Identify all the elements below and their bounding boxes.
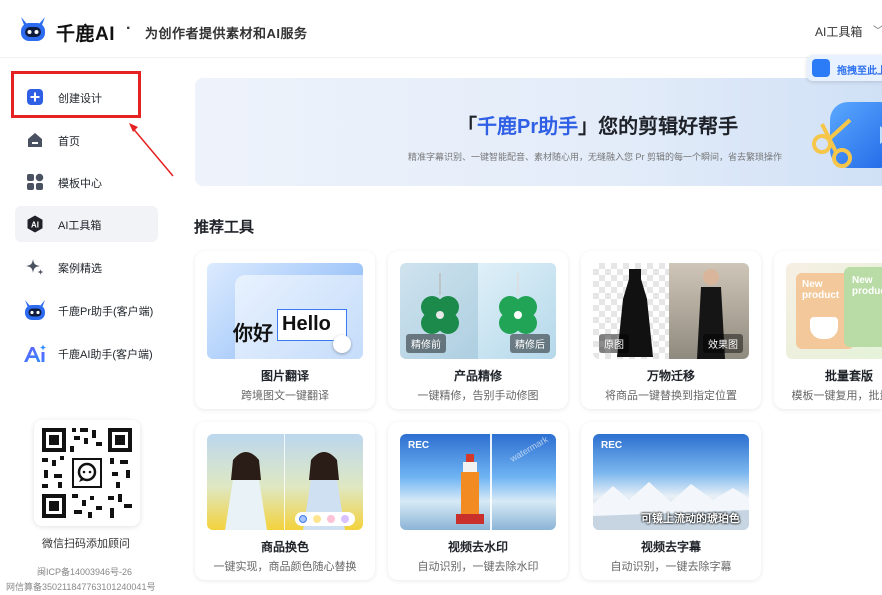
tool-title: 万物迁移 bbox=[646, 369, 695, 383]
tool-desc: 自动识别，一键去除字幕 bbox=[610, 561, 732, 573]
tag-before: 精修前 bbox=[406, 334, 446, 353]
header: 千鹿AI · 为创作者提供素材和AI服务 AI工具箱 ﹀ bbox=[0, 0, 882, 58]
tool-card-image-translate[interactable]: 你好 Hello 图片翻译 跨境图文一键翻译 bbox=[195, 251, 375, 409]
header-ai-toolbox-menu[interactable]: AI工具箱 bbox=[815, 23, 862, 40]
subtitle-overlay-text: 可镜上流动的琥珀色 bbox=[641, 513, 740, 525]
banner-title-rest: 」您的剪辑好帮手 bbox=[578, 116, 739, 138]
tool-thumbnail: 原图 效果图 bbox=[593, 263, 749, 359]
tag-original: 原图 bbox=[599, 334, 629, 353]
banner-title-bracket: 「 bbox=[457, 116, 477, 138]
section-title: 推荐工具 bbox=[194, 219, 255, 236]
qr-caption: 微信扫码添加顾问 bbox=[42, 538, 130, 550]
sidebar-item-label: 千鹿Pr助手(客户端) bbox=[58, 306, 154, 318]
tool-card-product-recolor[interactable]: 商品换色 一键实现，商品颜色随心替换 bbox=[195, 422, 375, 580]
tool-title: 产品精修 bbox=[453, 369, 502, 383]
tool-thumbnail: 精修前 精修后 bbox=[400, 263, 556, 359]
home-icon bbox=[28, 133, 42, 147]
cloud-upload-icon bbox=[812, 59, 830, 77]
tool-card-video-subtitle-removal[interactable]: REC 可镜上流动的琥珀色 视频去字幕 自动识别，一键去除字幕 bbox=[581, 422, 761, 580]
clover-pendant-before bbox=[421, 273, 459, 334]
thumb-text-nihao: 你好 bbox=[233, 323, 273, 345]
sidebar-item-pr-assistant[interactable]: 千鹿Pr助手(客户端) bbox=[15, 292, 158, 328]
girl-photo-left bbox=[225, 452, 267, 530]
svg-text:AI: AI bbox=[31, 221, 39, 230]
chevron-down-icon[interactable]: ﹀ bbox=[873, 22, 882, 37]
banner-title: 「千鹿Pr助手」您的剪辑好帮手 bbox=[457, 110, 738, 139]
sidebar-item-label: AI工具箱 bbox=[58, 220, 102, 232]
lighthouse-image bbox=[456, 454, 484, 524]
tool-thumbnail: 你好 Hello bbox=[207, 263, 363, 359]
thumb-text-hello: Hello bbox=[282, 313, 331, 335]
tool-title: 视频去字幕 bbox=[640, 540, 701, 554]
sidebar-item-label: 千鹿AI助手(客户端) bbox=[58, 349, 153, 361]
clover-pendant-after bbox=[499, 273, 537, 334]
translate-icon bbox=[333, 335, 351, 353]
thumb-new-product-2: New product bbox=[852, 275, 882, 297]
brand-name[interactable]: 千鹿AI bbox=[56, 19, 115, 46]
drag-drop-label: 拖拽至此上 bbox=[837, 66, 882, 77]
tool-desc: 模板一键复用，批量 bbox=[791, 390, 882, 402]
tool-card-object-transfer[interactable]: 原图 效果图 万物迁移 将商品一键替换到指定位置 bbox=[581, 251, 761, 409]
ai-sparkle-icon bbox=[24, 344, 47, 362]
icp-record-link[interactable]: 闽ICP备14003946号-26 bbox=[37, 565, 132, 578]
qianlu-logo-icon[interactable] bbox=[18, 14, 48, 44]
tool-card-product-retouch[interactable]: 精修前 精修后 产品精修 一键精修，告别手动修图 bbox=[388, 251, 568, 409]
tool-desc: 将商品一键替换到指定位置 bbox=[605, 390, 737, 402]
sidebar-item-label: 案例精选 bbox=[58, 263, 102, 275]
sidebar-item-ai-toolbox[interactable]: AI AI工具箱 bbox=[15, 206, 158, 242]
tool-title: 批量套版 bbox=[824, 369, 873, 383]
tool-thumbnail: REC watermark bbox=[400, 434, 556, 530]
sidebar-item-case-selection[interactable]: 案例精选 bbox=[15, 249, 158, 285]
tool-card-batch-template[interactable]: New product New product 批量套版 模板一键复用，批量 bbox=[774, 251, 882, 409]
sidebar-item-template-center[interactable]: 模板中心 bbox=[15, 164, 158, 200]
tool-desc: 一键实现，商品颜色随心替换 bbox=[213, 561, 357, 573]
tool-thumbnail bbox=[207, 434, 363, 530]
watermark-text: watermark bbox=[508, 434, 550, 464]
tool-card-video-watermark-removal[interactable]: REC watermark 视频去水印 自动识别，一键去除水印 bbox=[388, 422, 568, 580]
annotation-highlight-box bbox=[11, 71, 141, 118]
rec-indicator: REC bbox=[408, 440, 430, 451]
tag-after: 精修后 bbox=[510, 334, 550, 353]
sidebar-item-label: 模板中心 bbox=[58, 178, 102, 190]
sparkle-icon bbox=[26, 259, 44, 275]
sidebar-item-home[interactable]: 首页 bbox=[15, 122, 158, 158]
tool-title: 商品换色 bbox=[260, 540, 309, 554]
qr-code-graphic bbox=[42, 428, 132, 518]
scissors-video-icon bbox=[812, 102, 882, 168]
drag-drop-badge[interactable]: 拖拽至此上 bbox=[807, 55, 882, 81]
tool-title: 图片翻译 bbox=[260, 369, 309, 383]
sidebar-item-ai-assistant[interactable]: 千鹿AI助手(客户端) bbox=[15, 335, 158, 371]
banner-title-highlight: 千鹿Pr助手 bbox=[477, 116, 579, 138]
template-grid-icon bbox=[27, 173, 44, 190]
algorithm-record-text: 网信算备350211847763101240041号 bbox=[6, 582, 156, 592]
rec-indicator: REC bbox=[601, 440, 623, 451]
tag-result: 效果图 bbox=[703, 334, 743, 353]
ai-toolbox-icon: AI bbox=[27, 215, 43, 233]
wechat-qr-code bbox=[34, 420, 140, 526]
color-swatch-picker[interactable] bbox=[295, 512, 355, 526]
sidebar-item-label: 首页 bbox=[58, 136, 80, 148]
thumb-new-product-1: New product bbox=[802, 279, 840, 301]
qianlu-robot-icon bbox=[25, 300, 45, 320]
tool-thumbnail: New product New product bbox=[786, 263, 882, 359]
tool-desc: 一键精修，告别手动修图 bbox=[417, 390, 539, 402]
pr-assistant-banner[interactable]: 「千鹿Pr助手」您的剪辑好帮手 精准字幕识别、一键智能配音、素材随心用，无缝融入… bbox=[195, 78, 882, 186]
banner-subtitle: 精准字幕识别、一键智能配音、素材随心用，无缝融入您 Pr 剪辑的每一个瞬间，省去… bbox=[408, 152, 783, 162]
tool-desc: 跨境图文一键翻译 bbox=[241, 390, 329, 402]
tool-desc: 自动识别，一键去除水印 bbox=[417, 561, 539, 573]
brand-separator: · bbox=[126, 20, 132, 37]
brand-slogan: 为创作者提供素材和AI服务 bbox=[145, 26, 308, 41]
tool-title: 视频去水印 bbox=[447, 540, 508, 554]
tool-thumbnail: REC 可镜上流动的琥珀色 bbox=[593, 434, 749, 530]
